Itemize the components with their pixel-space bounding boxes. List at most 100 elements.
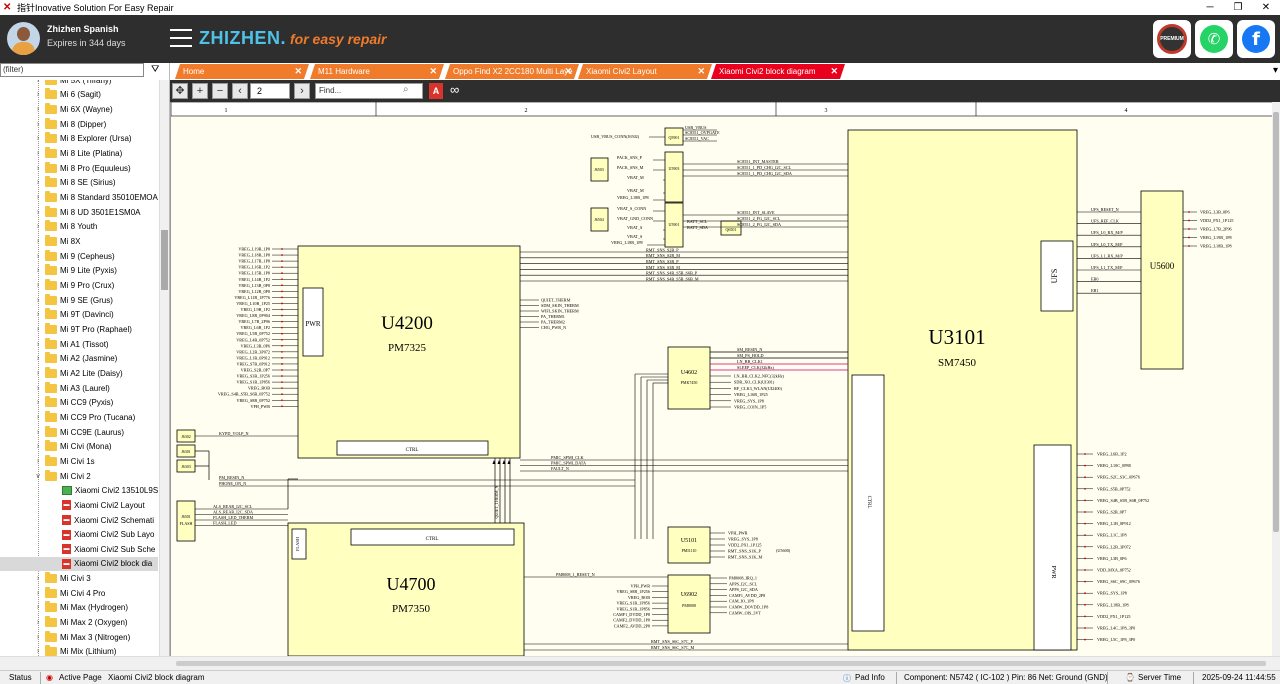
whatsapp-button[interactable]: ✆ (1195, 20, 1233, 58)
tree-folder-item[interactable]: › Mi Mix (Lithium) (0, 645, 158, 656)
binoculars-icon[interactable]: ∞ (450, 82, 459, 97)
tab-civi2-block-diagram[interactable]: Xiaomi Civi2 block diagram ✕ (711, 64, 845, 79)
close-tab-icon[interactable]: ✕ (697, 64, 705, 79)
tree-folder-item[interactable]: › Mi Max 2 (Oxygen) (0, 615, 158, 630)
tab-civi2-layout[interactable]: Xiaomi Civi2 Layout ✕ (578, 64, 712, 79)
search-icon[interactable]: ⌕ (403, 84, 409, 95)
close-tab-icon[interactable]: ✕ (429, 64, 437, 79)
expand-icon[interactable]: › (34, 135, 42, 142)
expand-icon[interactable]: › (34, 355, 42, 362)
tree-folder-item[interactable]: › Mi 5X (Tiffany) (0, 80, 158, 88)
expand-icon[interactable]: › (34, 399, 42, 406)
expand-icon[interactable]: › (34, 165, 42, 172)
tree-folder-item[interactable]: › Mi 9 Pro (Crux) (0, 278, 158, 293)
tree-folder-item[interactable]: › Mi A2 Lite (Daisy) (0, 366, 158, 381)
expand-icon[interactable]: › (34, 106, 42, 113)
expand-icon[interactable]: › (34, 648, 42, 655)
tree-folder-item[interactable]: › Mi 8X (0, 234, 158, 249)
tree-folder-item[interactable]: › Mi 8 Standard 35010EMOA (0, 190, 158, 205)
expand-icon[interactable]: › (34, 179, 42, 186)
filter-input[interactable]: (filter) (0, 63, 144, 77)
tab-home[interactable]: Home ✕ (175, 64, 309, 79)
tree-folder-item[interactable]: ∨ Mi Civi 2 (0, 469, 158, 484)
tree-folder-item[interactable]: › Mi A1 (Tissot) (0, 337, 158, 352)
tree-folder-item[interactable]: › Mi 6X (Wayne) (0, 102, 158, 117)
tree-folder-item[interactable]: › Mi CC9 Pro (Tucana) (0, 410, 158, 425)
tree-file-item[interactable]: ▬ Xiaomi Civi2 Schemati (0, 513, 158, 528)
maximize-button[interactable]: ❐ (1224, 0, 1252, 15)
tree-folder-item[interactable]: › Mi Civi 1s (0, 454, 158, 469)
pdf-export-icon[interactable]: A (429, 83, 443, 99)
tree-folder-item[interactable]: › Mi Max 3 (Nitrogen) (0, 630, 158, 645)
tree-folder-item[interactable]: › Mi Civi 3 (0, 571, 158, 586)
expand-icon[interactable]: › (34, 604, 42, 611)
close-window-button[interactable]: ✕ (1252, 0, 1280, 15)
page-number-input[interactable]: 2 (250, 83, 290, 99)
expand-icon[interactable]: › (34, 414, 42, 421)
expand-icon[interactable]: › (34, 619, 42, 626)
tree-file-item[interactable]: ▬ Xiaomi Civi2 block dia (0, 556, 158, 572)
tree-folder-item[interactable]: › Mi 9T (Davinci) (0, 308, 158, 323)
tree-folder-item[interactable]: › Mi Civi 4 Pro (0, 586, 158, 601)
tree-folder-item[interactable]: › Mi 9 SE (Grus) (0, 293, 158, 308)
tree-folder-item[interactable]: › Mi 8 SE (Sirius) (0, 176, 158, 191)
premium-button[interactable]: PREMIUM (1153, 20, 1191, 58)
tree-folder-item[interactable]: › Mi 8 Lite (Platina) (0, 146, 158, 161)
tree-folder-item[interactable]: › Mi 9 Lite (Pyxis) (0, 264, 158, 279)
expand-icon[interactable]: › (34, 458, 42, 465)
zoom-out-button[interactable]: − (212, 83, 228, 99)
tree-file-item[interactable]: Xiaomi Civi2 13510L9S (0, 483, 158, 498)
canvas-horizontal-scrollbar[interactable] (0, 656, 1280, 670)
expand-icon[interactable]: › (34, 326, 42, 333)
tree-folder-item[interactable]: › Mi 8 (Dipper) (0, 117, 158, 132)
tree-folder-item[interactable]: › Mi A2 (Jasmine) (0, 351, 158, 366)
tree-folder-item[interactable]: › Mi 8 Pro (Equuleus) (0, 161, 158, 176)
expand-icon[interactable]: › (34, 238, 42, 245)
close-tab-icon[interactable]: ✕ (564, 64, 572, 79)
expand-icon[interactable]: › (34, 223, 42, 230)
expand-icon[interactable]: › (34, 634, 42, 641)
menu-icon[interactable] (170, 29, 192, 47)
expand-icon[interactable]: › (34, 385, 42, 392)
tree-file-item[interactable]: ▬ Xiaomi Civi2 Layout (0, 498, 158, 513)
expand-icon[interactable]: › (34, 370, 42, 377)
expand-icon[interactable]: › (34, 429, 42, 436)
tree-folder-item[interactable]: › Mi 8 UD 3501E1SM0A (0, 205, 158, 220)
expand-icon[interactable]: › (34, 297, 42, 304)
avatar[interactable] (7, 22, 40, 55)
tree-folder-item[interactable]: › Mi 9 (Cepheus) (0, 249, 158, 264)
collapse-icon[interactable]: ∨ (34, 472, 42, 480)
facebook-button[interactable]: f (1237, 20, 1275, 58)
zoom-in-button[interactable]: + (192, 83, 208, 99)
expand-icon[interactable]: › (34, 590, 42, 597)
tree-folder-item[interactable]: › Mi 6 (Sagit) (0, 88, 158, 103)
expand-icon[interactable]: › (34, 341, 42, 348)
tree-folder-item[interactable]: › Mi A3 (Laurel) (0, 381, 158, 396)
tab-oppo-find-x2[interactable]: Oppo Find X2 2CC180 Multi Laye ✕ (445, 64, 579, 79)
schematic-canvas[interactable]: 1 2 3 4 PWR U4200 PM7325 CTRL VREG_L19B_1P8 VREG_… (170, 102, 1272, 656)
expand-icon[interactable]: › (34, 253, 42, 260)
expand-icon[interactable]: › (34, 311, 42, 318)
expand-icon[interactable]: › (34, 91, 42, 98)
expand-icon[interactable]: › (34, 194, 42, 201)
prev-page-button[interactable]: ‹ (232, 83, 248, 99)
expand-icon[interactable]: › (34, 575, 42, 582)
close-tab-icon[interactable]: ✕ (830, 64, 838, 79)
tree-folder-item[interactable]: › Mi 8 Explorer (Ursa) (0, 132, 158, 147)
expand-icon[interactable]: › (34, 121, 42, 128)
tree-folder-item[interactable]: › Mi 8 Youth (0, 220, 158, 235)
sidebar-scrollbar[interactable] (159, 80, 169, 656)
next-page-button[interactable]: › (294, 83, 310, 99)
tree-folder-item[interactable]: › Mi Max (Hydrogen) (0, 601, 158, 616)
tree-file-item[interactable]: ▬ Xiaomi Civi2 Sub Sche (0, 542, 158, 557)
minimize-button[interactable]: ─ (1196, 0, 1224, 15)
tree-folder-item[interactable]: › Mi 9T Pro (Raphael) (0, 322, 158, 337)
canvas-vertical-scrollbar[interactable] (1272, 102, 1280, 656)
tab-m11-hardware[interactable]: M11 Hardware ✕ (310, 64, 444, 79)
close-tab-icon[interactable]: ✕ (294, 64, 302, 79)
tree-file-item[interactable]: ▬ Xiaomi Civi2 Sub Layo (0, 527, 158, 542)
expand-icon[interactable]: › (34, 209, 42, 216)
tree-folder-item[interactable]: › Mi Civi (Mona) (0, 439, 158, 454)
tree-folder-item[interactable]: › Mi CC9 (Pyxis) (0, 395, 158, 410)
fit-view-icon[interactable]: ✥ (172, 83, 188, 99)
